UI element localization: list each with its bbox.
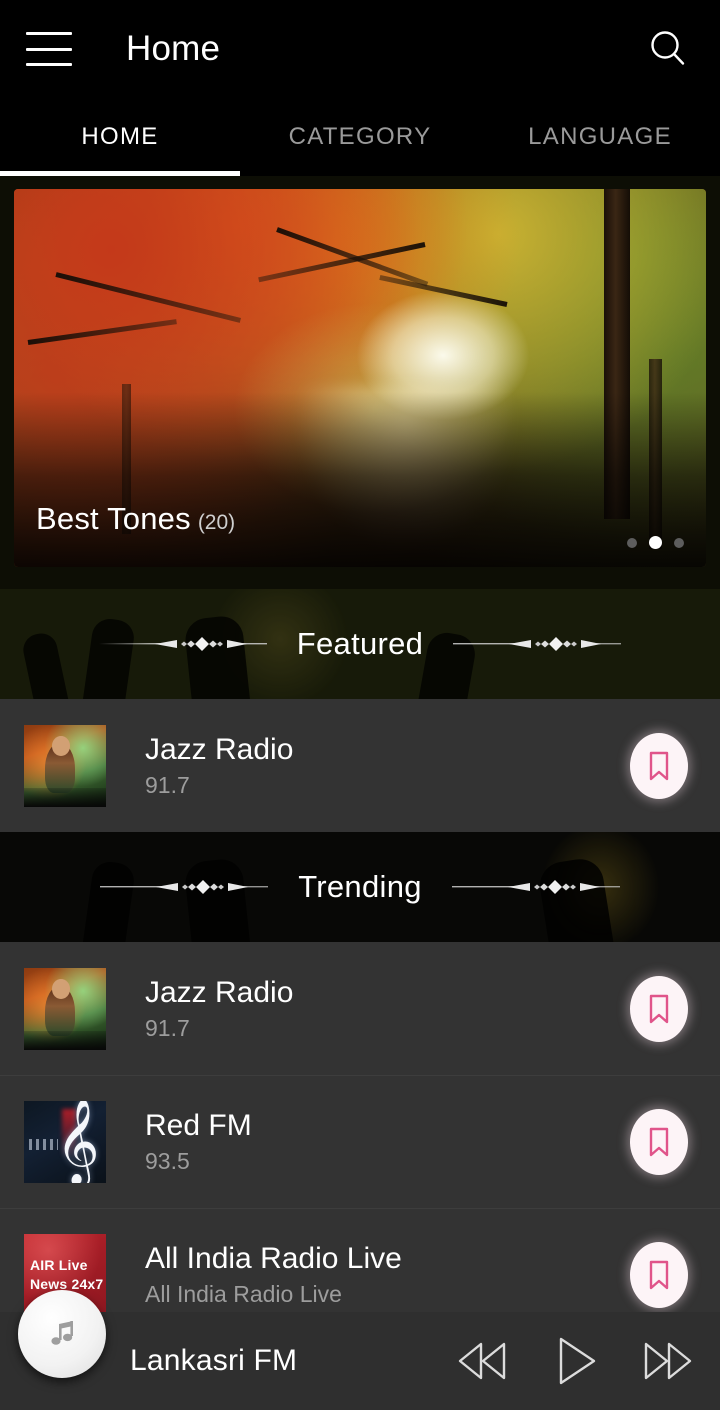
hamburger-menu-icon[interactable] [26,32,72,66]
search-icon[interactable] [642,23,694,75]
station-thumbnail [24,967,106,1050]
station-frequency: 93.5 [145,1148,190,1174]
play-icon[interactable] [544,1330,606,1392]
station-row-featured-jazz[interactable]: Jazz Radio 91.7 [0,699,720,832]
bookmark-icon[interactable] [630,732,688,799]
treble-clef-icon: 𝄞 [55,1101,100,1183]
diamond-divider-icon [449,631,625,657]
diamond-divider-icon [448,874,624,900]
section-title: Featured [296,626,424,661]
section-header-trending: Trending [0,832,720,942]
app-screen: Home HOME CATEGORY LANGUAGE Best Tones (… [0,0,720,1410]
banner-gradient-overlay [14,392,706,567]
bookmark-icon[interactable] [630,1242,688,1308]
station-name: Red FM [145,1109,252,1142]
station-row-trending-jazz[interactable]: Jazz Radio 91.7 [0,942,720,1075]
diamond-divider-icon [95,631,271,657]
tab-category[interactable]: CATEGORY [240,98,480,176]
app-bar: Home [0,0,720,98]
tab-language[interactable]: LANGUAGE [480,98,720,176]
section-title: Trending [298,869,422,904]
thumbnail-line-1: AIR Live [30,1257,88,1273]
carousel-dot[interactable] [627,537,637,548]
banner-title: Best Tones [36,501,191,536]
banner-count: (20) [197,511,236,534]
station-frequency: 91.7 [145,771,190,798]
player-station-name: Lankasri FM [130,1344,298,1377]
banner-carousel: Best Tones (20) [0,176,720,589]
carousel-dot-active[interactable] [649,536,662,549]
station-thumbnail [24,724,106,807]
mini-player-bar: Lankasri FM [0,1290,720,1410]
banner-slide[interactable]: Best Tones (20) [14,189,706,567]
fast-forward-icon[interactable] [636,1330,698,1392]
section-header-featured: Featured [0,589,720,699]
station-frequency: 91.7 [145,1014,190,1041]
station-name: All India Radio Live [145,1242,402,1275]
station-name: Jazz Radio [145,732,294,766]
carousel-dots [627,536,684,549]
station-row-red-fm[interactable]: 𝄞 Red FM 93.5 [0,1075,720,1208]
diamond-divider-icon [96,874,272,900]
tab-bar: HOME CATEGORY LANGUAGE [0,98,720,176]
player-controls [452,1330,698,1392]
bookmark-icon[interactable] [630,1109,688,1175]
page-title: Home [126,29,221,68]
bookmark-icon[interactable] [630,975,688,1042]
station-thumbnail: 𝄞 [24,1101,106,1183]
music-note-icon[interactable] [18,1290,106,1378]
banner-caption: Best Tones (20) [36,501,235,537]
tab-home[interactable]: HOME [0,98,240,176]
station-name: Jazz Radio [145,975,294,1009]
station-frequency: All India Radio Live [145,1281,342,1307]
rewind-icon[interactable] [452,1330,514,1392]
carousel-dot[interactable] [674,537,684,548]
